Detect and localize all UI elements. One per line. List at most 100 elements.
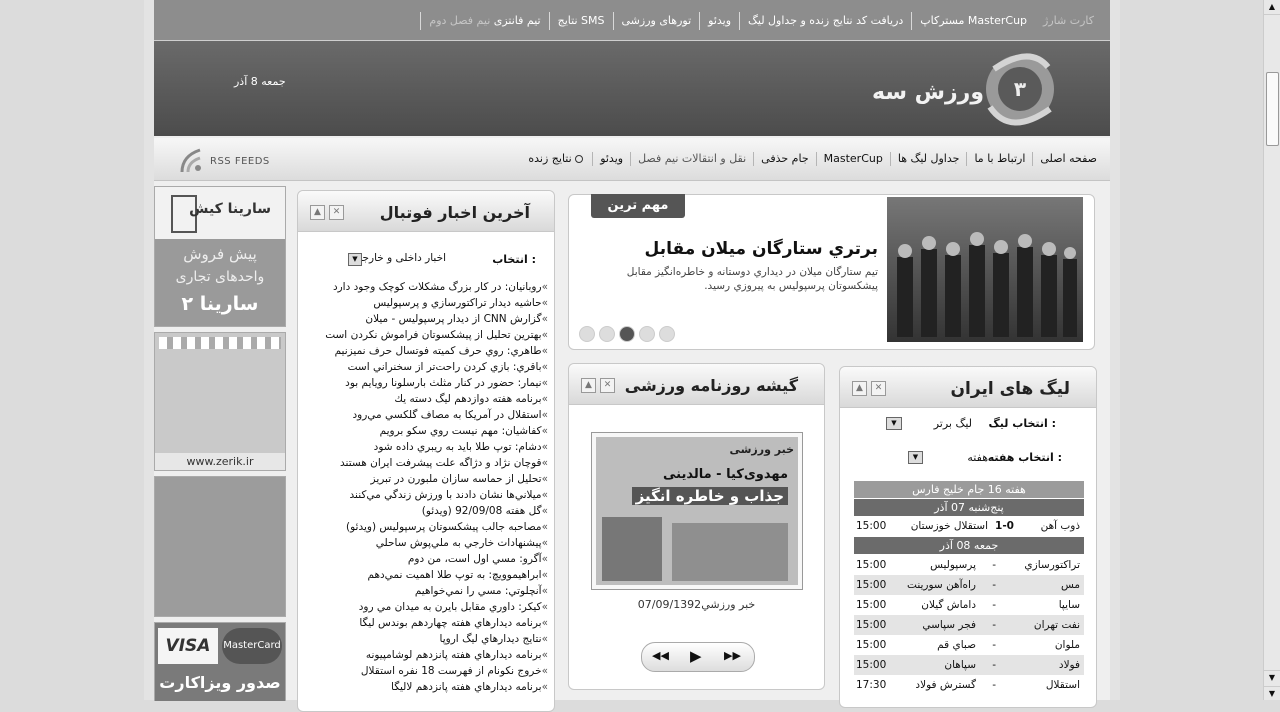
news-item-label: روبانیان: در کار بزرگ مشکلات کوچک وجود د… [332,281,542,293]
scroll-down2-icon[interactable]: ▼ [1264,686,1280,701]
news-category-select[interactable]: اخبار داخلی و خارجی [360,252,446,266]
news-item[interactable]: »پيشنهادات خارجي به ملي‌پوش ساحلي [308,535,548,551]
news-item[interactable]: »تحليل از حماسه سازان ملبورن در تبريز [308,471,548,487]
news-item[interactable]: »حاشيه ديدار تراكتورسازي و پرسپوليس [308,295,548,311]
main-nav: صفحه اصلی ارتباط با ما جداول لیگ ها Mast… [154,138,1110,181]
header: جمعه 8 آذر ۳ ورزش سه [154,41,1110,136]
match-row[interactable]: استقلال - گسترش فولاد 17:30 [854,675,1084,695]
slide-dot-3-active[interactable] [619,326,635,342]
top-news-photo[interactable] [887,197,1083,342]
scroll-up-icon[interactable]: ▲ [1264,0,1280,15]
top-link-video[interactable]: ویدئو [699,12,739,30]
top-link-charge-card[interactable]: کارت شارژ [1035,12,1102,30]
top-link-mastercup[interactable]: MasterCup مسترکاپ [911,12,1035,30]
news-item[interactable]: »خروج نكونام از فهرست 18 نفره استقلال [308,663,548,679]
news-bullet-icon: » [541,601,548,613]
top-link-fantasy[interactable]: تیم فانتزی نیم فصل دوم [420,12,548,30]
top-link-tours[interactable]: تورهای ورزشی [612,12,700,30]
news-bullet-icon: » [541,329,548,341]
slide-dot-4[interactable] [639,326,655,342]
match-row[interactable]: فولاد - سپاهان 15:00 [854,655,1084,675]
league-collapse-icon[interactable]: ▲ [852,381,867,396]
ad-visa[interactable]: VISA MasterCard صدور ویزاکارت [154,622,286,701]
news-bullet-icon: » [541,505,548,517]
news-item[interactable]: »ميلاني‌ها نشان دادند با ورزش زندگي مي‌ك… [308,487,548,503]
match-row[interactable]: ذوب آهن 1-0 استقلال خوزستان 15:00 [854,516,1084,536]
ad-zerik[interactable]: www.zerik.ir [154,332,286,471]
day-row-thursday: پنج‌شنبه 07 آذر [854,499,1084,516]
nav-mastercup[interactable]: MasterCup [815,152,890,166]
news-item[interactable]: »آگرو: مسي اول است، من دوم [308,551,548,567]
week-select-value[interactable]: هفته [967,451,988,464]
news-item[interactable]: »قوچان نژاد و دژاگه علت پيشرفت ايران هست… [308,455,548,471]
players-photo-icon [897,232,1077,337]
week-select-dropdown-icon[interactable]: ▼ [908,451,923,464]
page-scrollbar[interactable]: ▲ ▼ ▼ [1263,0,1280,700]
football-news-close-icon[interactable]: ✕ [329,205,344,220]
news-item[interactable]: »ابراهيموويچ: به توپ طلا اهميت نمي‌دهم [308,567,548,583]
news-item[interactable]: »روبانیان: در کار بزرگ مشکلات کوچک وجود … [308,279,548,295]
news-item[interactable]: »گل هفته 92/09/08 (ويدئو) [308,503,548,519]
news-item[interactable]: »نتايج ديدارهاي ليگ اروپا [308,631,548,647]
press-next-icon[interactable]: ▶▶ [724,649,741,662]
news-item[interactable]: »بهترين تحليل از پيشكسوتان فراموش نكردن … [308,327,548,343]
newspaper-image[interactable]: خبر ورزشی مهدوی‌کیا - مالدینی جذاب و خاط… [591,432,803,590]
nav-live-results[interactable]: نتایج زنده [521,152,592,166]
press-collapse-icon[interactable]: ▲ [581,378,596,393]
news-item-label: دشام: توپ طلا بايد به ريبري داده شود [373,441,542,453]
news-item[interactable]: »طاهري: روي حرف كميته فوتسال حرف نميزنيم [308,343,548,359]
slide-dot-5[interactable] [659,326,675,342]
news-item-label: آگرو: مسي اول است، من دوم [407,553,542,565]
nav-video[interactable]: ویدئو [592,152,630,166]
league-select-label: انتخاب لیگ : [988,417,1056,430]
news-item[interactable]: »برنامه ديدارهاي هفته چهاردهم بوندس ليگا [308,615,548,631]
top-news-headline[interactable]: برتري ستارگان ميلان مقابل [645,239,878,259]
football-news-collapse-icon[interactable]: ▲ [310,205,325,220]
match-score: 1-0 [995,520,1014,532]
news-item[interactable]: »آنچلوتي: مسي را نمي‌خواهيم [308,583,548,599]
press-close-icon[interactable]: ✕ [600,378,615,393]
slide-dot-1[interactable] [579,326,595,342]
site-logo[interactable]: ۳ ورزش سه [870,47,1070,133]
league-close-icon[interactable]: ✕ [871,381,886,396]
ad-blank[interactable] [154,476,286,617]
news-item[interactable]: »كفاشيان: مهم نيست روي سكو برويم [308,423,548,439]
news-item[interactable]: »مصاحبه جالب پيشكسوتان پرسپوليس (ويدئو) [308,519,548,535]
match-home: نفت تهران [1033,619,1080,631]
top-link-live-code[interactable]: دریافت کد نتایج زنده و جداول لیگ [739,12,911,30]
match-row[interactable]: ملوان - صباي قم 15:00 [854,635,1084,655]
news-item[interactable]: »باقري: بازي كردن راحت‌تر از سخنراني است [308,359,548,375]
match-row[interactable]: نفت تهران - فجر سپاسي 15:00 [854,615,1084,635]
ad-sarina[interactable]: سارینا کیش پیش فروش واحدهای تجاری سارینا… [154,186,286,327]
scroll-thumb[interactable] [1266,72,1279,146]
news-item[interactable]: »برنامه ديدارهاي هفته پانزدهم لاليگا [308,679,548,695]
news-item[interactable]: »استقلال در آمريكا به مصاف گلكسي مي‌رود [308,407,548,423]
scroll-down-icon[interactable]: ▼ [1264,670,1280,685]
news-item-label: برنامه هفته دوازدهم ليگ دسته يك [394,393,542,405]
nav-league-tables[interactable]: جداول لیگ ها [889,152,967,166]
nav-contact[interactable]: ارتباط با ما [966,152,1032,166]
news-item[interactable]: »كيكر: داوري مقابل بايرن به ميدان مي رود [308,599,548,615]
league-select-dropdown-icon[interactable]: ▼ [886,417,902,430]
match-row[interactable]: تراكتورسازي - پرسپوليس 15:00 [854,555,1084,575]
nav-home[interactable]: صفحه اصلی [1032,152,1104,166]
league-select-value[interactable]: لیگ برتر [934,417,972,430]
slide-dot-2[interactable] [599,326,615,342]
news-bullet-icon: » [541,649,548,661]
press-play-icon[interactable]: ▶ [690,647,702,665]
news-item[interactable]: »برنامه ديدارهاي هفته پانزدهم لوشامپيونه [308,647,548,663]
news-item[interactable]: »نيمار: حضور در كنار مثلث بارسلونا روياي… [308,375,548,391]
nav-hazfi-cup[interactable]: جام حذفی [753,152,815,166]
news-item[interactable]: »دشام: توپ طلا بايد به ريبري داده شود [308,439,548,455]
news-bullet-icon: » [541,313,548,325]
press-prev-icon[interactable]: ◀◀ [652,649,669,662]
nav-transfers[interactable]: نقل و انتقالات نیم فصل [630,152,753,166]
match-row[interactable]: مس - راه‌آهن سورينت 15:00 [854,575,1084,595]
news-item[interactable]: »برنامه هفته دوازدهم ليگ دسته يك [308,391,548,407]
news-item[interactable]: »گزارش CNN از ديدار پرسپوليس - ميلان [308,311,548,327]
match-away: داماش گيلان [921,599,976,611]
news-select-dropdown-icon[interactable]: ▼ [348,253,362,266]
match-row[interactable]: سايپا - داماش گيلان 15:00 [854,595,1084,615]
rss-feeds-link[interactable]: RSS FEEDS [178,146,278,176]
top-link-sms[interactable]: SMS نتایج [548,12,613,30]
